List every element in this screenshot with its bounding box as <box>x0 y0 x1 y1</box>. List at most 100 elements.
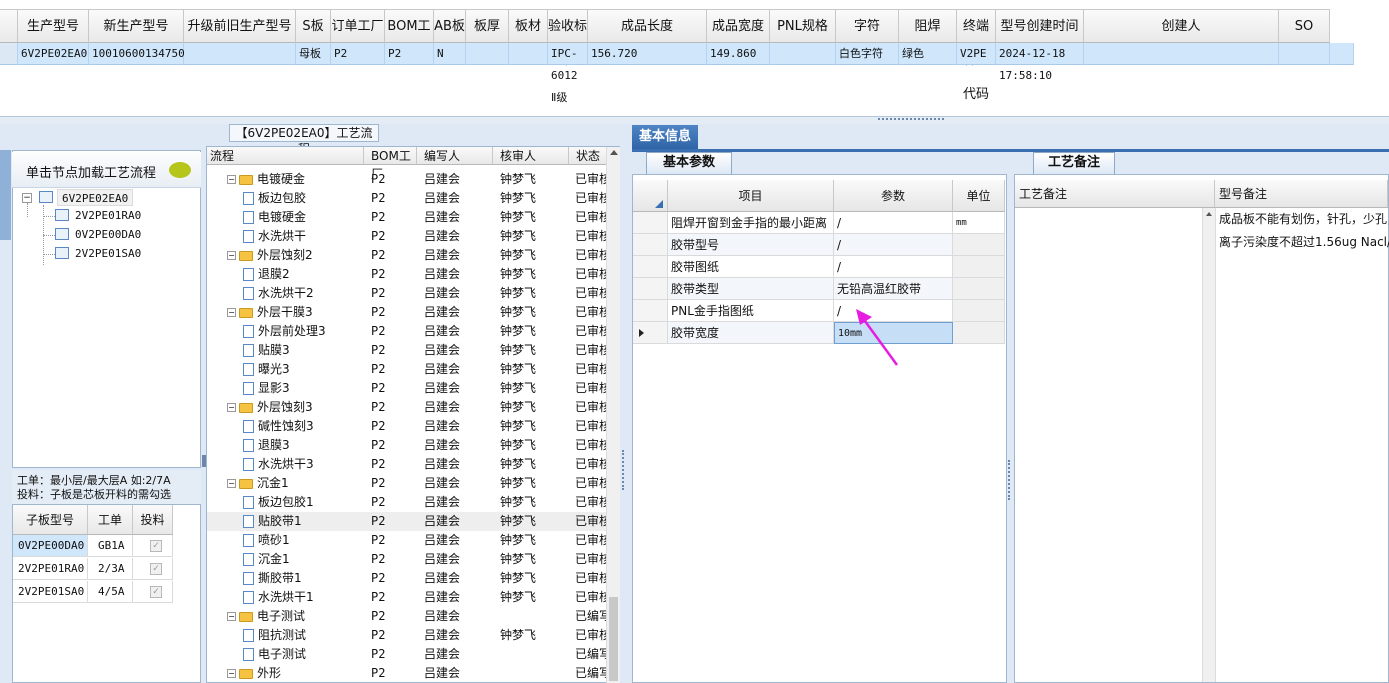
sub-column-header[interactable]: 投料 <box>133 505 173 535</box>
param-row-selector[interactable] <box>633 234 668 256</box>
tab-process-remarks[interactable]: 工艺备注 <box>1033 152 1115 174</box>
process-row[interactable]: 阻抗测试 P2 吕建会 钟梦飞 已审核 <box>207 626 607 645</box>
cell-silkscreen[interactable]: 白色字符 <box>836 43 899 65</box>
param-value[interactable]: 无铅高温红胶带 <box>834 278 953 300</box>
column-header[interactable]: 成品宽度 <box>707 9 770 43</box>
cell-thickness[interactable] <box>466 43 509 65</box>
splitter-top[interactable] <box>0 116 1389 124</box>
process-row[interactable]: 撕胶带1 P2 吕建会 钟梦飞 已审核 <box>207 569 607 588</box>
param-row-selector[interactable] <box>633 322 668 344</box>
cell-so[interactable] <box>1279 43 1330 65</box>
sub-column-header[interactable]: 子板型号 <box>13 505 88 535</box>
expand-toggle-icon[interactable]: − <box>227 308 236 317</box>
feed-checkbox[interactable]: ✓ <box>150 586 162 598</box>
process-row[interactable]: 沉金1 P2 吕建会 钟梦飞 已审核 <box>207 550 607 569</box>
cell-pnl[interactable] <box>770 43 836 65</box>
scroll-up-icon[interactable] <box>1206 212 1212 216</box>
process-row[interactable]: 水洗烘干2 P2 吕建会 钟梦飞 已审核 <box>207 284 607 303</box>
tab-basic-params[interactable]: 基本参数 <box>646 152 732 174</box>
process-scrollbar[interactable] <box>606 147 620 683</box>
sub-board-model[interactable]: 2V2PE01RA0 <box>13 558 88 580</box>
column-header[interactable]: 阻焊 <box>899 9 957 43</box>
param-row-selector[interactable] <box>633 278 668 300</box>
splitter-grip[interactable] <box>878 118 944 123</box>
process-column-header[interactable]: 编写人 <box>417 147 493 165</box>
column-header[interactable]: AB板 <box>434 9 466 43</box>
remarks-column-header[interactable]: 型号备注 <box>1215 180 1388 208</box>
tree-collapse-toggle[interactable]: − <box>22 193 32 203</box>
process-row[interactable]: 退膜3 P2 吕建会 钟梦飞 已审核 <box>207 436 607 455</box>
sub-board-order[interactable]: 2/3A <box>88 558 133 580</box>
process-row[interactable]: 曝光3 P2 吕建会 钟梦飞 已审核 <box>207 360 607 379</box>
tree-child-node[interactable]: 0V2PE00DA0 <box>75 227 141 243</box>
column-header[interactable]: 成品长度 <box>588 9 707 43</box>
param-row-selector[interactable] <box>633 212 668 234</box>
cell-new-model[interactable]: 10010600134750 <box>89 43 185 65</box>
process-row[interactable]: 水洗烘干 P2 吕建会 钟梦飞 已审核 <box>207 227 607 246</box>
cell-solder-mask[interactable]: 绿色 <box>899 43 957 65</box>
process-row[interactable]: − 外层蚀刻3 P2 吕建会 钟梦飞 已审核 <box>207 398 607 417</box>
process-row[interactable]: 电镀硬金 P2 吕建会 钟梦飞 已审核 <box>207 208 607 227</box>
expand-toggle-icon[interactable]: − <box>227 403 236 412</box>
expand-toggle-icon[interactable]: − <box>227 612 236 621</box>
process-row[interactable]: − 外层干膜3 P2 吕建会 钟梦飞 已审核 <box>207 303 607 322</box>
process-row[interactable]: 板边包胶 P2 吕建会 钟梦飞 已审核 <box>207 189 607 208</box>
sub-board-model[interactable]: 0V2PE00DA0 <box>13 535 88 557</box>
param-row-selector[interactable] <box>633 300 668 322</box>
sub-board-order[interactable]: GB1A <box>88 535 133 557</box>
process-row[interactable]: − 沉金1 P2 吕建会 钟梦飞 已审核 <box>207 474 607 493</box>
process-row[interactable]: 碱性蚀刻3 P2 吕建会 钟梦飞 已审核 <box>207 417 607 436</box>
param-column-header[interactable]: 单位 <box>953 180 1005 212</box>
process-row[interactable]: − 外形 P2 吕建会 已编写 <box>207 664 607 683</box>
process-column-header[interactable]: 状态 <box>569 147 607 165</box>
remarks-scrollbar[interactable] <box>1202 208 1215 682</box>
cell-model[interactable]: 6V2PE02EA0 <box>18 43 89 65</box>
sub-column-header[interactable]: 工单 <box>88 505 133 535</box>
process-row[interactable]: 显影3 P2 吕建会 钟梦飞 已审核 <box>207 379 607 398</box>
cell-s-board[interactable]: 母板 <box>296 43 331 65</box>
column-header[interactable]: 生产型号 <box>18 9 89 43</box>
param-value[interactable]: / <box>834 212 953 234</box>
column-header[interactable]: 板材 <box>509 9 548 43</box>
process-row[interactable]: 贴膜3 P2 吕建会 钟梦飞 已审核 <box>207 341 607 360</box>
feed-checkbox[interactable]: ✓ <box>150 563 162 575</box>
process-row[interactable]: − 外层蚀刻2 P2 吕建会 钟梦飞 已审核 <box>207 246 607 265</box>
cell-ab-board[interactable]: N <box>434 43 466 65</box>
cell-old-model[interactable] <box>184 43 296 65</box>
scroll-thumb[interactable] <box>609 597 618 681</box>
feed-checkbox[interactable]: ✓ <box>150 540 162 552</box>
tree-child-node[interactable]: 2V2PE01SA0 <box>75 246 141 262</box>
param-value[interactable]: / <box>834 234 953 256</box>
cell-customer-code[interactable]: V2PE <box>957 43 996 65</box>
tree-root-node[interactable]: 6V2PE02EA0 <box>57 189 134 206</box>
column-header[interactable]: 订单工厂 <box>331 9 385 43</box>
process-row[interactable]: − 电子测试 P2 吕建会 已编写 <box>207 607 607 626</box>
process-column-header[interactable]: 核审人 <box>493 147 569 165</box>
column-header[interactable]: PNL规格 <box>770 9 836 43</box>
process-column-header[interactable]: 流程 <box>207 147 364 165</box>
process-row[interactable]: 退膜2 P2 吕建会 钟梦飞 已审核 <box>207 265 607 284</box>
load-process-button[interactable]: 单击节点加载工艺流程 <box>12 152 201 188</box>
tree-child-node[interactable]: 2V2PE01RA0 <box>75 208 141 224</box>
column-header[interactable]: 验收标准 <box>548 9 588 68</box>
model-remarks-text[interactable]: 成品板不能有划伤，针孔，少孔， 离子污染度不超过1.56ug Nacl/c <box>1215 208 1389 682</box>
expand-toggle-icon[interactable]: − <box>227 479 236 488</box>
column-header[interactable]: S板 <box>296 9 331 43</box>
sub-board-order[interactable]: 4/5A <box>88 581 133 603</box>
param-column-header[interactable]: 参数 <box>834 180 953 212</box>
process-row[interactable]: 电子测试 P2 吕建会 已编写 <box>207 645 607 664</box>
process-row[interactable]: 水洗烘干3 P2 吕建会 钟梦飞 已审核 <box>207 455 607 474</box>
param-row-selector[interactable] <box>633 256 668 278</box>
cell-material[interactable] <box>509 43 548 65</box>
cell-standard[interactable]: IPC-6012 Ⅱ级 <box>548 43 588 104</box>
column-header[interactable]: 新生产型号 <box>89 9 184 43</box>
column-header[interactable]: 字符 <box>836 9 899 43</box>
tab-basic-info[interactable]: 基本信息 <box>632 125 698 149</box>
process-row[interactable]: − 电镀硬金 P2 吕建会 钟梦飞 已审核 <box>207 170 607 189</box>
column-header[interactable]: 型号创建时间 <box>996 9 1084 43</box>
remarks-column-header[interactable]: 工艺备注 <box>1015 180 1215 208</box>
cell-order-factory[interactable]: P2 <box>331 43 385 65</box>
column-header[interactable]: BOM工厂 <box>385 9 434 68</box>
process-row[interactable]: 水洗烘干1 P2 吕建会 钟梦飞 已审核 <box>207 588 607 607</box>
param-column-header[interactable]: 项目 <box>668 180 834 212</box>
